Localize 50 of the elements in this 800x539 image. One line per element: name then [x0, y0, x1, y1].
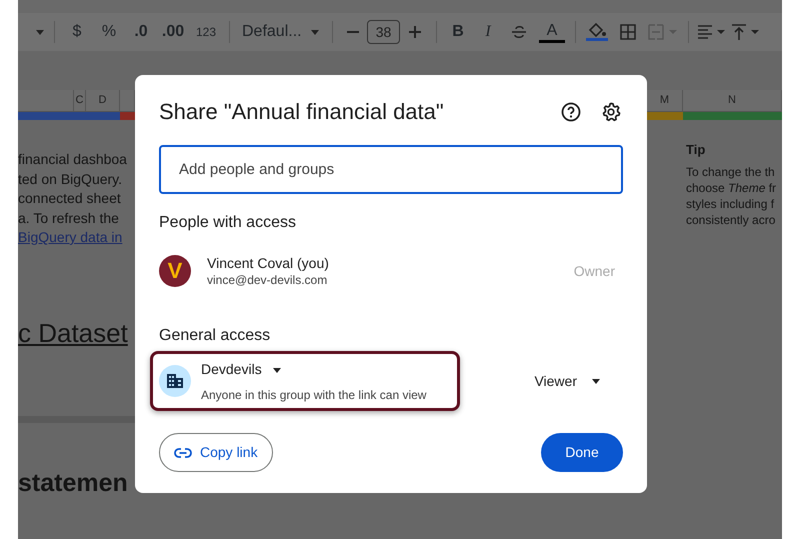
avatar: V — [159, 255, 191, 288]
people-heading: People with access — [159, 213, 297, 232]
paragraph-line: a. To refresh the — [18, 208, 120, 228]
role-dropdown[interactable]: Viewer — [528, 370, 607, 393]
dialog-title: Share "Annual financial data" — [159, 98, 444, 126]
font-size-field[interactable]: 38 — [367, 20, 400, 44]
column-header[interactable]: C — [74, 90, 86, 111]
building-icon — [159, 365, 191, 398]
tip-line: choose Theme fr — [686, 180, 778, 196]
caret-icon[interactable] — [35, 28, 45, 36]
plus-icon[interactable] — [409, 26, 421, 38]
fill-color-icon[interactable] — [586, 22, 608, 42]
general-access-heading: General access — [159, 326, 272, 346]
paragraph-line: ted on BigQuery. — [18, 170, 124, 189]
tip-line: To change the th — [686, 164, 776, 180]
increase-decimal-button[interactable]: .00 — [157, 19, 189, 45]
currency-button[interactable]: $ — [61, 19, 93, 45]
align-left-icon[interactable] — [698, 25, 726, 39]
person-email: vince@dev-devils.com — [207, 272, 328, 288]
caret-icon — [272, 366, 282, 373]
caret-icon — [591, 378, 601, 384]
column-header[interactable]: D — [86, 90, 120, 111]
caret-icon — [310, 28, 320, 36]
decrease-decimal-button[interactable]: .0 — [125, 19, 157, 45]
borders-icon[interactable] — [620, 24, 636, 40]
text-color-button[interactable]: A — [539, 21, 565, 43]
paragraph-line: financial dashboa — [18, 150, 128, 169]
add-people-field[interactable]: Add people and groups — [159, 145, 623, 194]
strikethrough-icon[interactable] — [512, 25, 526, 39]
person-name: Vincent Coval (you) — [207, 254, 330, 272]
access-description: Anyone in this group with the link can view — [201, 387, 426, 404]
tip-line: consistently acro — [686, 212, 776, 228]
done-button[interactable]: Done — [541, 433, 623, 472]
number-format-button[interactable]: 123 — [189, 19, 223, 45]
group-dropdown[interactable]: Devdevils — [201, 359, 282, 380]
paragraph-line: connected sheet — [18, 189, 122, 208]
bold-button[interactable]: B — [443, 19, 473, 45]
dataset-heading: c Dataset — [18, 318, 129, 348]
section-heading: statemen — [18, 468, 129, 498]
font-dropdown[interactable]: Defaul... — [236, 19, 326, 45]
italic-button[interactable]: I — [473, 19, 503, 45]
vertical-align-icon[interactable] — [732, 24, 760, 40]
tip-heading: Tip — [686, 142, 706, 158]
copy-link-button[interactable]: Copy link — [159, 433, 273, 472]
help-button[interactable] — [559, 100, 583, 124]
link-icon — [174, 448, 192, 458]
link[interactable]: BigQuery data in — [18, 228, 122, 248]
tip-line: styles including f — [686, 196, 776, 212]
role-label: Owner — [574, 262, 615, 281]
percent-button[interactable]: % — [93, 19, 125, 45]
